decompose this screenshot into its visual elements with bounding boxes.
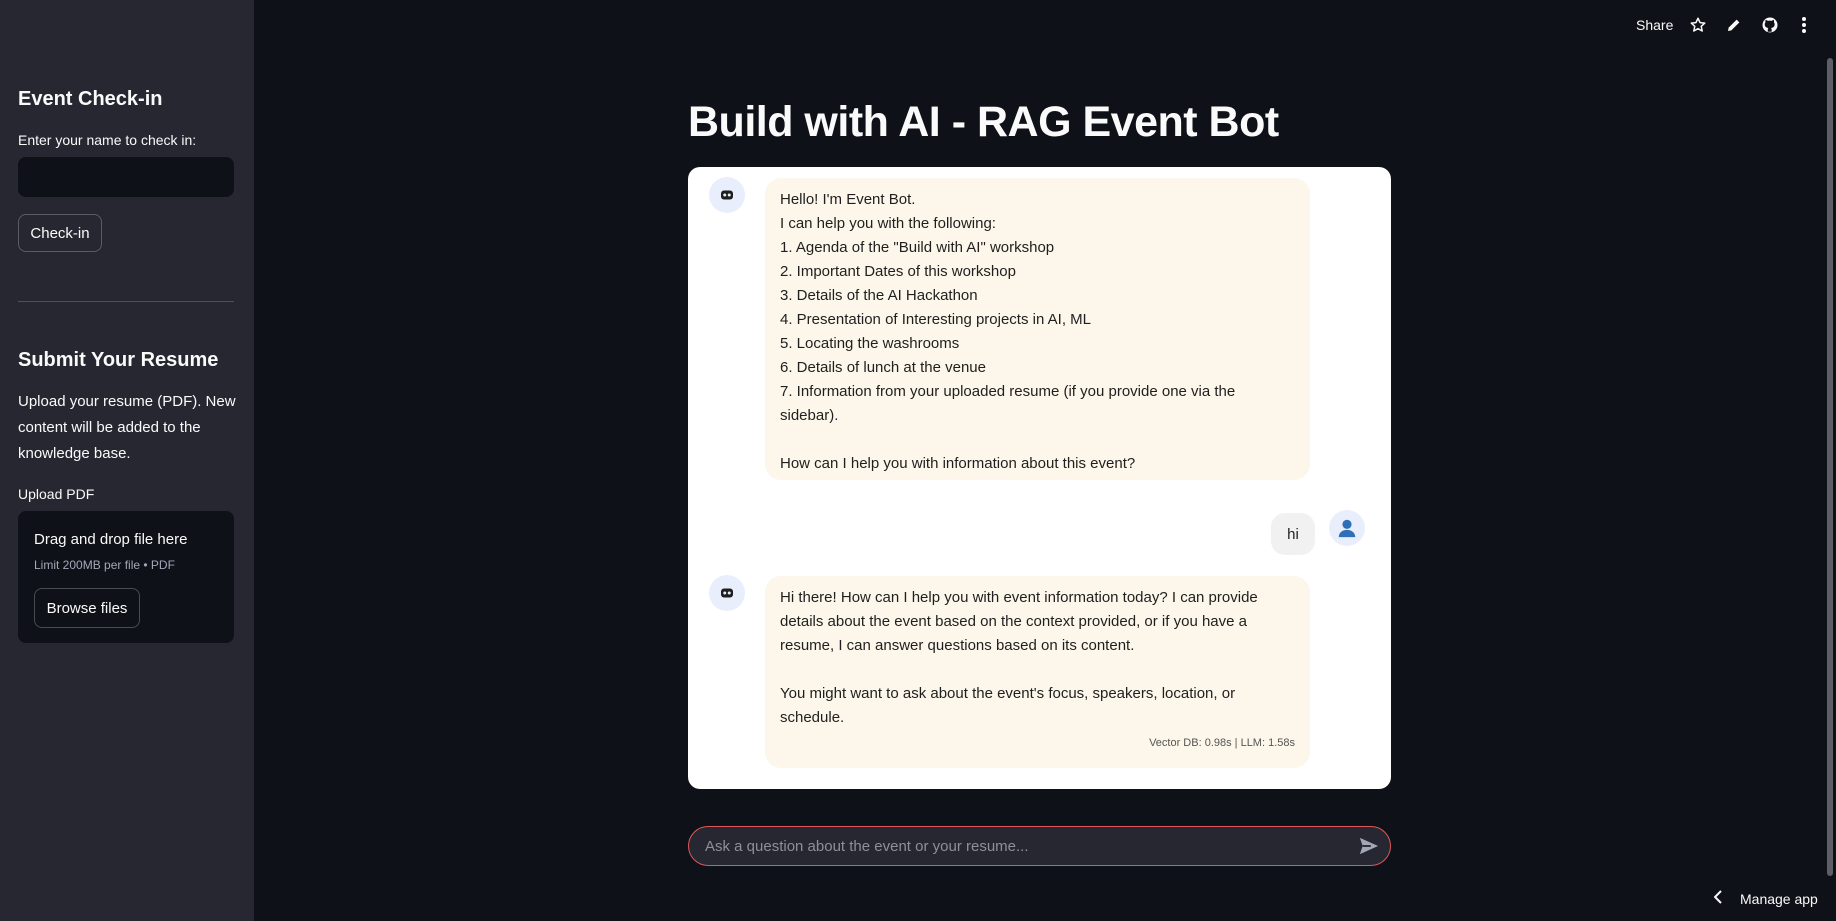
dropzone-title: Drag and drop file here <box>34 531 188 548</box>
kebab-menu-icon[interactable] <box>1793 14 1815 36</box>
assistant-message: Hello! I'm Event Bot. I can help you wit… <box>765 178 1310 480</box>
send-icon[interactable] <box>1358 836 1380 856</box>
dropzone-limit: Limit 200MB per file • PDF <box>34 558 175 572</box>
chat-input-box <box>688 826 1391 866</box>
browse-files-button[interactable]: Browse files <box>34 588 140 628</box>
manage-app-button[interactable]: Manage app <box>1713 890 1818 907</box>
bot-avatar <box>709 575 745 611</box>
pdf-dropzone[interactable]: Drag and drop file here Limit 200MB per … <box>18 511 234 643</box>
sidebar: Event Check-in Enter your name to check … <box>0 0 254 921</box>
user-avatar <box>1329 510 1365 546</box>
upload-label: Upload PDF <box>18 486 95 502</box>
chat-input[interactable] <box>705 827 1345 865</box>
star-icon[interactable] <box>1687 14 1709 36</box>
chevron-left-icon <box>1713 890 1722 907</box>
resume-description: Upload your resume (PDF). New content wi… <box>18 393 236 462</box>
share-button[interactable]: Share <box>1636 17 1673 33</box>
response-timing: Vector DB: 0.98s | LLM: 1.58s <box>1149 737 1295 749</box>
bot-avatar <box>709 177 745 213</box>
manage-app-label: Manage app <box>1740 890 1818 907</box>
name-input[interactable] <box>18 157 234 197</box>
checkin-button[interactable]: Check-in <box>18 214 102 252</box>
checkin-label: Enter your name to check in: <box>18 132 197 148</box>
message-text: Hello! I'm Event Bot. I can help you wit… <box>780 191 1236 472</box>
github-icon[interactable] <box>1759 14 1781 36</box>
pencil-icon[interactable] <box>1723 14 1745 36</box>
page-title: Build with AI - RAG Event Bot <box>688 98 1279 146</box>
checkin-heading: Event Check-in <box>18 88 163 110</box>
chat-container: Hello! I'm Event Bot. I can help you wit… <box>688 167 1391 789</box>
assistant-message: Hi there! How can I help you with event … <box>765 576 1310 768</box>
user-message: hi <box>1271 513 1315 555</box>
resume-heading: Submit Your Resume <box>18 349 219 371</box>
sidebar-divider <box>18 301 234 302</box>
scrollbar[interactable] <box>1827 58 1833 876</box>
message-text: Hi there! How can I help you with event … <box>780 589 1258 726</box>
